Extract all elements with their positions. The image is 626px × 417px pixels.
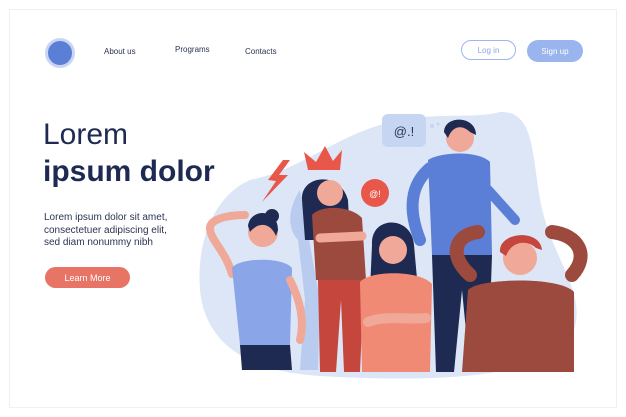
bubble-2-text: @! xyxy=(369,189,381,199)
login-button[interactable]: Log in xyxy=(461,40,516,60)
learn-more-button[interactable]: Learn More xyxy=(45,267,130,288)
people-illustration: @.! @! xyxy=(199,111,588,379)
hero-body-line: sed diam nonummy nibh xyxy=(44,237,153,248)
speech-bubble-curse: @! xyxy=(361,179,389,207)
signup-button[interactable]: Sign up xyxy=(527,40,583,62)
bubble-1-text: @.! xyxy=(394,124,414,139)
nav-contacts[interactable]: Contacts xyxy=(245,47,277,56)
logo[interactable] xyxy=(45,38,75,68)
nav-about-us[interactable]: About us xyxy=(104,47,136,56)
hero-title-line1: Lorem xyxy=(43,118,129,151)
hero-body: Lorem ipsum dolor sit amet, consectetuer… xyxy=(44,212,204,250)
hero-title-line2: ipsum dolor xyxy=(43,155,215,188)
nav-programs[interactable]: Programs xyxy=(175,45,210,54)
hero-body-line: Lorem ipsum dolor sit amet, xyxy=(44,212,168,223)
hero-body-line: consectetuer adipiscing elit, xyxy=(44,224,167,236)
